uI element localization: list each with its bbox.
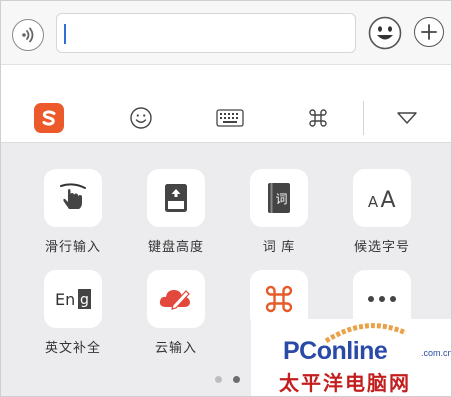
toolbar-command[interactable]: [298, 93, 338, 143]
candidate-font-size-label: 候选字号: [353, 239, 410, 254]
keyboard-screenshot: 滑行输入 键盘高度 词 词 库 A A 候选字号 En g 英文补全 云输入 P…: [0, 0, 452, 397]
toolbar-divider: [363, 101, 364, 135]
command-key-icon: [309, 109, 327, 127]
cloud-pen-icon: [159, 290, 190, 310]
svg-text:A: A: [368, 193, 379, 211]
font-size-icon: A A: [368, 188, 396, 213]
keyboard-height-label: 键盘高度: [147, 239, 204, 254]
keyboard-icon: [216, 109, 244, 127]
watermark-chinese: 太平洋电脑网: [279, 373, 411, 395]
watermark-domain: .com.cn: [421, 348, 452, 358]
triangle-down-icon: [397, 112, 417, 124]
toolbar-active-notch: [44, 135, 58, 141]
svg-text:g: g: [80, 292, 89, 308]
toolbar-emoji[interactable]: [121, 93, 161, 143]
voice-button[interactable]: [12, 19, 44, 51]
svg-text:A: A: [380, 188, 395, 213]
dictionary-label: 词 库: [262, 239, 296, 254]
voice-waves-icon: [22, 27, 34, 43]
swipe-input-label: 滑行输入: [44, 239, 101, 254]
plus-icon: [421, 24, 437, 40]
swipe-input-tile[interactable]: [44, 169, 102, 227]
toolbar-collapse[interactable]: [389, 93, 425, 143]
dictionary-tile[interactable]: 词: [250, 169, 308, 227]
candidate-font-size-tile[interactable]: A A: [353, 169, 411, 227]
blank-strip: [1, 65, 451, 93]
text-caret: [64, 24, 66, 44]
keyboard-height-icon: [165, 184, 187, 212]
command-key-orange-icon: [265, 285, 293, 313]
keyboard-toolbar: [1, 93, 451, 143]
more-dots-icon: [368, 296, 396, 302]
english-complete-tile[interactable]: En g: [44, 270, 102, 328]
sogou-s-logo: [34, 103, 64, 133]
pconline-watermark: PConline .com.cn 太平洋电脑网: [251, 319, 452, 396]
english-complete-label: 英文补全: [44, 340, 101, 355]
smiley-outline-icon: [130, 107, 152, 129]
cloud-input-tile[interactable]: [147, 270, 205, 328]
emoji-button[interactable]: [368, 16, 402, 50]
swipe-hand-icon: [60, 183, 86, 209]
english-complete-icon: En g: [55, 289, 91, 309]
watermark-brand: PConline: [283, 337, 388, 365]
dictionary-glyph: 词: [275, 192, 287, 206]
plus-button[interactable]: [414, 17, 444, 47]
keyboard-height-tile[interactable]: [147, 169, 205, 227]
pager-dot-2[interactable]: [233, 376, 240, 383]
pager-dot-1[interactable]: [215, 376, 222, 383]
input-bar: [1, 1, 451, 65]
svg-text:En: En: [55, 290, 75, 309]
cloud-input-label: 云输入: [154, 340, 197, 355]
dictionary-book-icon: 词: [268, 183, 290, 213]
smiley-face-icon: [368, 16, 402, 50]
toolbar-keyboard[interactable]: [210, 93, 250, 143]
message-input[interactable]: [56, 13, 356, 53]
